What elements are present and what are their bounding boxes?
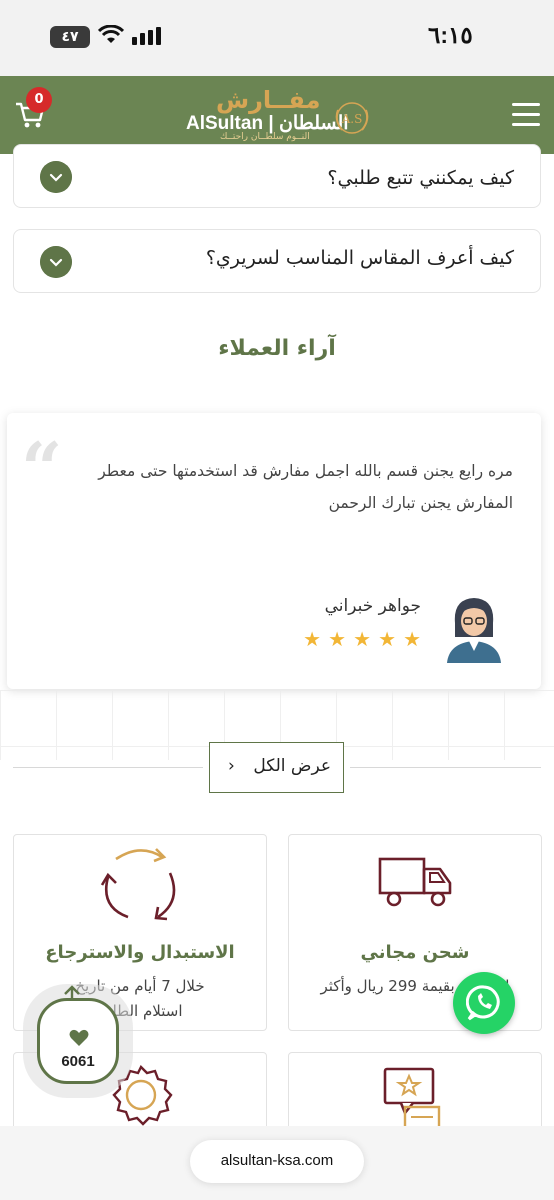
svg-text:A.S: A.S: [341, 112, 363, 126]
star-rating: ★ ★ ★ ★ ★: [296, 629, 421, 650]
star-icon: ★: [403, 627, 421, 651]
signal-icon: [132, 27, 161, 45]
view-all-label: عرض الكل: [253, 756, 331, 776]
feature-title: شحن مجاني: [360, 942, 470, 963]
divider: [13, 767, 203, 768]
status-bar: ٤٧ ٦:١٥: [0, 0, 554, 76]
feature-title: الاستبدال والاسترجاع: [45, 942, 235, 963]
url-bar[interactable]: alsultan-ksa.com: [190, 1140, 364, 1183]
faq-question: كيف يمكنني تتبع طلبي؟: [327, 167, 514, 189]
faq-item-track-order[interactable]: كيف يمكنني تتبع طلبي؟: [13, 144, 541, 208]
chevron-down-icon[interactable]: [40, 161, 72, 193]
star-icon: ★: [378, 627, 396, 651]
reviews-title: آراء العملاء: [218, 336, 336, 361]
divider: [350, 767, 541, 768]
chevron-right-icon: ›: [228, 756, 235, 776]
exchange-arrows-icon: [100, 848, 176, 921]
reviewer-name: جواهر خبراني: [324, 596, 421, 616]
app-header: 0 مفــارش AlSultan | السلطان النــوم سلط…: [0, 76, 554, 154]
arrow-up-icon: [64, 985, 80, 1001]
wifi-icon: [98, 25, 124, 43]
star-icon: ★: [328, 627, 346, 651]
logo-seal-icon: A.S: [335, 102, 369, 134]
whatsapp-button[interactable]: [453, 972, 515, 1034]
faq-question: كيف أعرف المقاس المناسب لسريري؟: [205, 247, 514, 269]
battery-icon: ٤٧: [50, 26, 90, 48]
logo-tagline: النــوم سلطــان راحتــك: [220, 132, 310, 142]
faq-item-size[interactable]: كيف أعرف المقاس المناسب لسريري؟: [13, 229, 541, 293]
avatar: [447, 598, 501, 663]
url-text: alsultan-ksa.com: [220, 1152, 334, 1169]
hamburger-menu-icon[interactable]: [512, 103, 540, 127]
view-all-button[interactable]: عرض الكل ›: [209, 742, 344, 793]
truck-icon: [378, 857, 452, 907]
likes-count: 6061: [61, 1053, 95, 1070]
chevron-down-icon[interactable]: [40, 246, 72, 278]
review-text: مره رايع يجنن قسم بالله اجمل مفارش قد اس…: [98, 462, 513, 512]
likes-widget[interactable]: 6061: [37, 985, 119, 1084]
logo-arabic: مفــارش: [216, 86, 321, 114]
heart-icon: [69, 1029, 89, 1046]
review-card: “ مره رايع يجنن قسم بالله اجمل مفارش قد …: [7, 413, 541, 689]
logo[interactable]: مفــارش AlSultan | السلطان النــوم سلطــ…: [186, 84, 372, 146]
quality-badge-icon: [112, 1065, 173, 1126]
status-time: ٦:١٥: [428, 22, 473, 48]
cart-count-badge: 0: [26, 87, 52, 113]
whatsapp-icon: [466, 985, 500, 1021]
star-icon: ★: [353, 627, 371, 651]
star-icon: ★: [303, 627, 321, 651]
